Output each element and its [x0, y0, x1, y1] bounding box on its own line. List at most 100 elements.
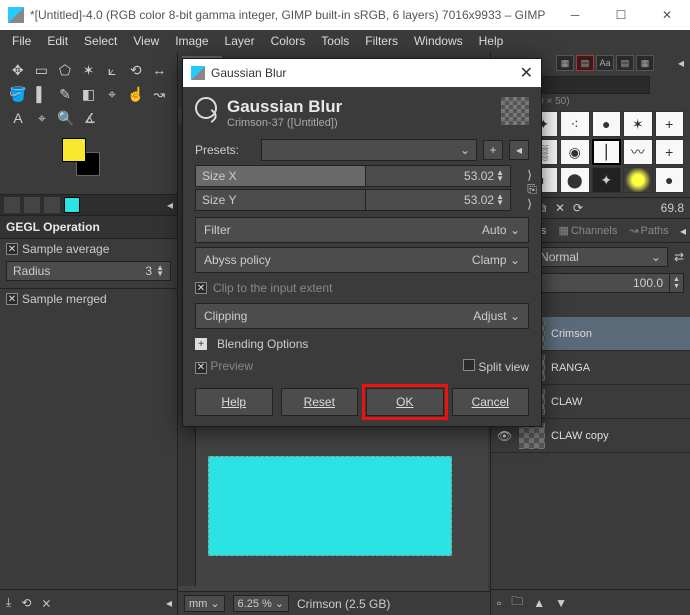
group-icon[interactable]: 🗀	[511, 592, 523, 613]
delete-icon[interactable]: ⨯	[41, 596, 51, 610]
minimize-button[interactable]: ─	[552, 0, 598, 30]
free-select-tool[interactable]: ⬠	[53, 58, 77, 82]
brush-item[interactable]: +	[655, 111, 685, 137]
brushes-tab-icon[interactable]: ▦	[556, 55, 574, 71]
canvas-preview[interactable]	[208, 456, 452, 556]
scale-tool[interactable]: ↔	[147, 58, 171, 82]
smudge-tool[interactable]: ☝	[124, 82, 148, 106]
maximize-button[interactable]: ☐	[598, 0, 644, 30]
brush-item[interactable]: ●	[592, 111, 622, 137]
brush-item[interactable]	[623, 167, 653, 193]
brush-item[interactable]: 〰	[623, 139, 653, 165]
tab-menu-icon[interactable]: ◂	[678, 56, 684, 70]
cancel-button[interactable]: Cancel	[452, 388, 530, 416]
dock-menu-icon[interactable]: ◂	[680, 224, 686, 238]
history-tab-icon[interactable]: ▤	[616, 55, 634, 71]
extra-tab-icon[interactable]: ▦	[636, 55, 654, 71]
pencil-tool[interactable]: ✎	[53, 82, 77, 106]
fonts-tab-icon[interactable]: Aa	[596, 55, 614, 71]
menu-image[interactable]: Image	[167, 31, 216, 51]
brush-item[interactable]: +	[655, 139, 685, 165]
unit-select[interactable]: mm⌄	[184, 595, 225, 612]
menu-layer[interactable]: Layer	[217, 31, 263, 51]
menu-select[interactable]: Select	[76, 31, 125, 51]
menu-file[interactable]: File	[4, 31, 39, 51]
color-picker-tool[interactable]: ⌖	[30, 106, 54, 130]
menu-help[interactable]: Help	[471, 31, 512, 51]
tab-icon[interactable]	[24, 197, 40, 213]
tool-options-tabs: ◂	[0, 194, 177, 216]
measure-tool[interactable]: ∡	[78, 106, 102, 130]
path-tool[interactable]: ↝	[147, 82, 171, 106]
brush-item-selected[interactable]: ⎮	[592, 139, 622, 165]
move-tool[interactable]: ✥	[6, 58, 30, 82]
refresh-icon[interactable]: ⟳	[569, 199, 587, 217]
visibility-icon[interactable]: 👁	[497, 429, 513, 443]
bucket-tool[interactable]: 🪣	[6, 82, 30, 106]
channels-tab[interactable]: ▦Channels	[552, 221, 623, 240]
size-x-input[interactable]: 53.02▲▼	[365, 165, 511, 187]
size-y-input[interactable]: 53.02▲▼	[365, 189, 511, 211]
sample-merged-checkbox[interactable]: ✕	[6, 293, 18, 305]
crop-tool[interactable]: ⟀	[100, 58, 124, 82]
down-icon[interactable]: ▼	[555, 596, 567, 610]
clone-tool[interactable]: ⌖	[100, 82, 124, 106]
up-icon[interactable]: ▲	[533, 596, 545, 610]
preview-checkbox[interactable]: ✕	[195, 362, 207, 374]
radius-field[interactable]: Radius 3 ▲▼	[6, 261, 171, 281]
color-swatches[interactable]	[62, 138, 102, 178]
fg-color-swatch[interactable]	[62, 138, 86, 162]
tab-icon-image[interactable]	[64, 197, 80, 213]
gradient-tool[interactable]: ▌	[30, 82, 54, 106]
sample-average-checkbox[interactable]: ✕	[6, 243, 18, 255]
zoom-select[interactable]: 6.25 %⌄	[233, 595, 289, 612]
brush-item[interactable]: ◉	[560, 139, 590, 165]
mode-select[interactable]: Normal ⌄	[533, 247, 668, 267]
ok-button[interactable]: OK	[366, 388, 444, 416]
del-brush-icon[interactable]: ✕	[551, 199, 569, 217]
expand-icon[interactable]: +	[195, 338, 207, 350]
fuzzy-select-tool[interactable]: ✶	[77, 58, 101, 82]
text-tool[interactable]: A	[6, 106, 30, 130]
close-button[interactable]: ✕	[644, 0, 690, 30]
menu-windows[interactable]: Windows	[406, 31, 471, 51]
zoom-tool[interactable]: 🔍	[54, 106, 78, 130]
filter-select[interactable]: Filter Auto ⌄	[195, 217, 529, 243]
patterns-tab-icon[interactable]: ▤	[576, 55, 594, 71]
brush-item[interactable]: ✦	[592, 167, 622, 193]
tab-menu-icon[interactable]: ◂	[167, 198, 173, 212]
new-layer-icon[interactable]: ▫	[497, 596, 501, 610]
tab-icon[interactable]	[4, 197, 20, 213]
reset-button[interactable]: Reset	[281, 388, 359, 416]
save-icon[interactable]: ⤓	[6, 595, 11, 610]
preset-manage-button[interactable]: ◂	[509, 140, 529, 160]
mode-switch-icon[interactable]: ⇄	[674, 250, 684, 264]
brush-item[interactable]: ⬤	[560, 167, 590, 193]
split-view-checkbox[interactable]	[463, 359, 475, 371]
clip-extent-checkbox[interactable]: ✕	[195, 282, 207, 294]
presets-select[interactable]: ⌄	[261, 139, 477, 161]
clipping-select[interactable]: Clipping Adjust ⌄	[195, 303, 529, 329]
restore-icon[interactable]: ⟲	[21, 596, 31, 610]
rotate-tool[interactable]: ⟲	[124, 58, 148, 82]
menu-filters[interactable]: Filters	[357, 31, 406, 51]
abyss-select[interactable]: Abyss policy Clamp ⌄	[195, 247, 529, 273]
tab-icon[interactable]	[44, 197, 60, 213]
eraser-tool[interactable]: ◧	[77, 82, 101, 106]
brush-item[interactable]: ●	[655, 167, 685, 193]
rect-select-tool[interactable]: ▭	[30, 58, 54, 82]
radius-spinner-icon[interactable]: ▲▼	[156, 265, 164, 277]
presets-label: Presets:	[195, 143, 255, 157]
menu-edit[interactable]: Edit	[39, 31, 76, 51]
brush-item[interactable]: ✶	[623, 111, 653, 137]
paths-tab[interactable]: ↝Paths	[623, 221, 674, 240]
chain-link-icon[interactable]: ⟩⎘⟩	[523, 168, 541, 211]
dialog-close-button[interactable]: ✕	[520, 63, 533, 83]
menu-view[interactable]: View	[125, 31, 167, 51]
reset-icon[interactable]: ◂	[166, 596, 172, 610]
menu-colors[interactable]: Colors	[263, 31, 314, 51]
menu-tools[interactable]: Tools	[313, 31, 357, 51]
help-button[interactable]: Help	[195, 388, 273, 416]
preset-add-button[interactable]: +	[483, 140, 503, 160]
brush-item[interactable]: ⁖	[560, 111, 590, 137]
